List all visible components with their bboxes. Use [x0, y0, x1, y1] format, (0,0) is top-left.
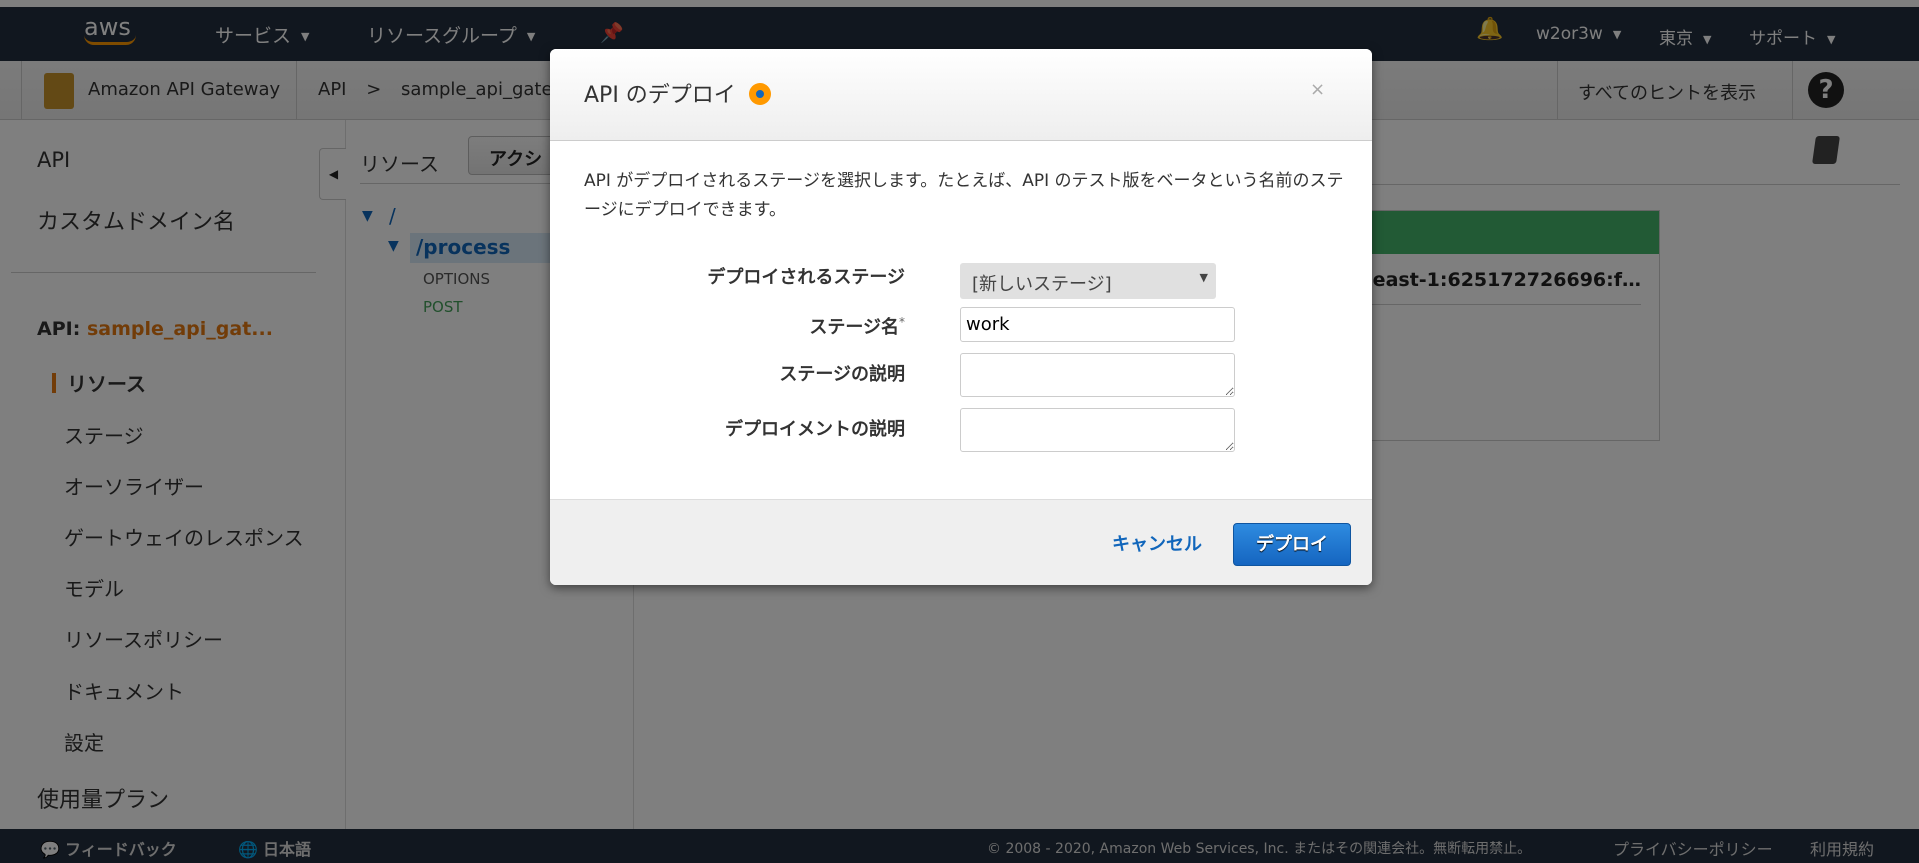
deploy-api-dialog: API のデプロイ × API がデプロイされるステージを選択します。たとえば、… — [550, 49, 1372, 585]
stage-select-value: [新しいステージ] — [972, 274, 1112, 295]
deploy-button[interactable]: デプロイ — [1233, 523, 1351, 566]
stage-name-label: ステージ名* — [809, 313, 905, 339]
deployment-description-label: デプロイメントの説明 — [725, 419, 905, 440]
deployment-description-input[interactable] — [960, 408, 1235, 452]
dialog-title-text: API のデプロイ — [584, 83, 736, 108]
dialog-description: API がデプロイされるステージを選択します。たとえば、API のテスト版をベー… — [584, 171, 1344, 220]
stage-description-label: ステージの説明 — [779, 364, 905, 385]
required-marker: * — [899, 315, 905, 329]
stage-description-input[interactable] — [960, 353, 1235, 397]
close-icon[interactable]: × — [1310, 79, 1325, 100]
dropdown-arrow-icon: ▼ — [1199, 271, 1208, 284]
dialog-title: API のデプロイ — [584, 77, 771, 109]
dialog-footer: キャンセル デプロイ — [550, 499, 1372, 585]
cancel-button[interactable]: キャンセル — [1112, 530, 1202, 556]
stage-name-label-text: ステージ名 — [809, 317, 899, 338]
stage-name-input[interactable] — [960, 307, 1235, 342]
info-icon[interactable] — [748, 83, 771, 105]
dialog-header: API のデプロイ × — [550, 49, 1372, 141]
stage-label: デプロイされるステージ — [707, 267, 905, 288]
stage-select[interactable]: [新しいステージ] ▼ — [960, 263, 1216, 299]
